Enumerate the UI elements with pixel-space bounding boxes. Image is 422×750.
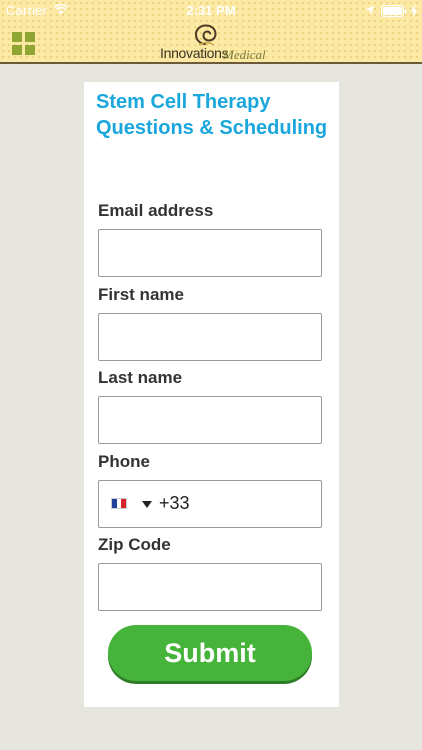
submit-button[interactable]: Submit: [108, 625, 312, 681]
first-name-label: First name: [98, 285, 184, 304]
innovations-medical-logo: Innovations Medical: [160, 24, 266, 64]
status-time: 2:31 PM: [186, 3, 236, 18]
battery-icon: [381, 5, 407, 17]
location-icon: [365, 5, 375, 15]
grid-menu-icon[interactable]: [12, 32, 36, 56]
form-title: Stem Cell Therapy Questions & Scheduling: [96, 91, 328, 139]
country-code-selector[interactable]: [111, 496, 155, 514]
email-field[interactable]: [98, 229, 322, 277]
charging-icon: [410, 4, 418, 17]
scheduling-form-card: Stem Cell Therapy Questions & Scheduling…: [84, 82, 339, 707]
status-bar: Carrier 2:31 PM: [0, 0, 422, 22]
phone-label: Phone: [98, 452, 150, 471]
logo-word-medical: Medical: [223, 47, 266, 62]
dial-code: +33: [159, 493, 190, 513]
zip-code-field[interactable]: [98, 563, 322, 611]
app-header: Carrier 2:31 PM Innovations Medical: [0, 0, 422, 64]
first-name-field[interactable]: [98, 313, 322, 361]
swirl-logo-icon: [194, 24, 217, 46]
chevron-down-icon: [142, 501, 152, 508]
phone-field[interactable]: +33: [98, 480, 322, 528]
email-label: Email address: [98, 201, 214, 220]
last-name-field[interactable]: [98, 396, 322, 444]
logo-word-innovations: Innovations: [160, 45, 229, 61]
zip-code-label: Zip Code: [98, 535, 171, 554]
last-name-label: Last name: [98, 368, 183, 387]
france-flag-icon: [111, 498, 127, 509]
